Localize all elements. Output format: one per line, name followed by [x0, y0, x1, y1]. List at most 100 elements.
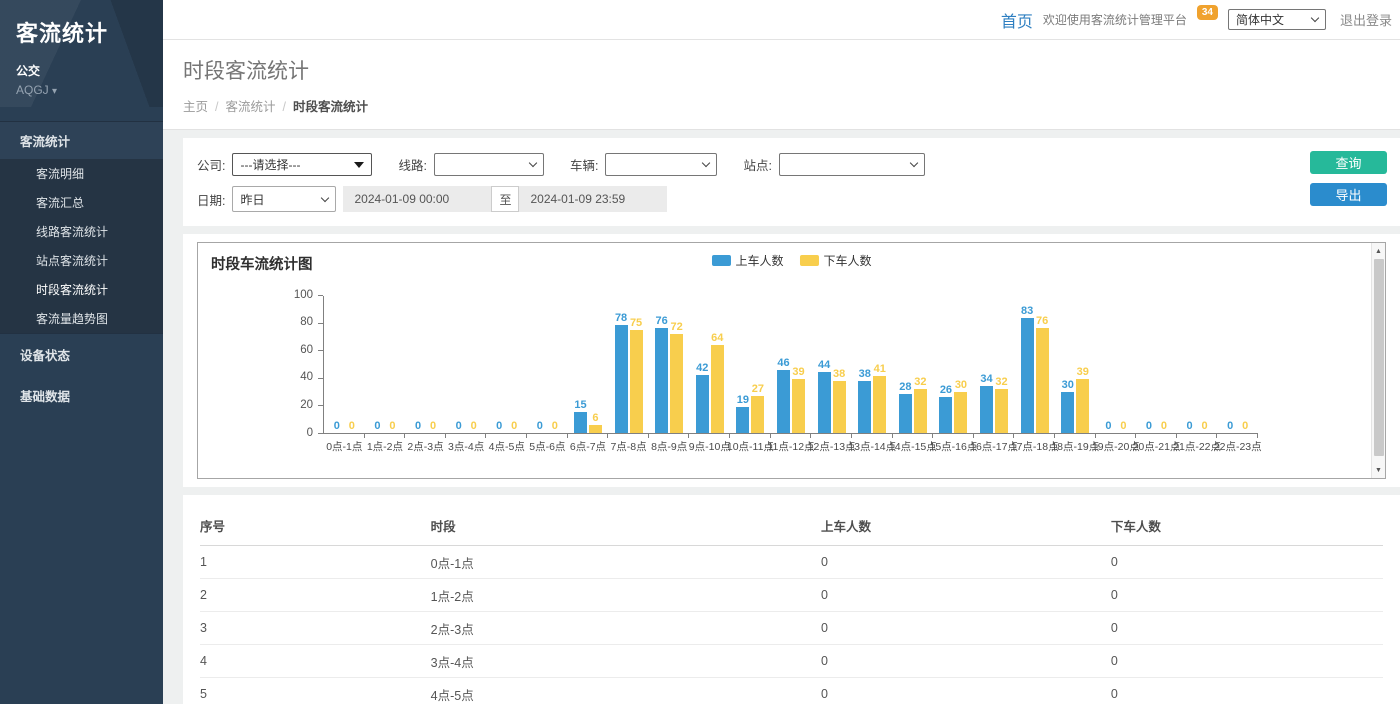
bar-column: 0 — [493, 421, 506, 433]
bar-value-label: 0 — [537, 421, 543, 432]
scroll-up-icon[interactable]: ▲ — [1372, 244, 1385, 258]
bar-group: 002点-3点 — [405, 296, 446, 433]
bar-value-label: 30 — [1062, 380, 1074, 391]
bar-value-label: 27 — [752, 384, 764, 395]
sidebar-item-站点客流统计[interactable]: 站点客流统计 — [0, 246, 163, 275]
table-header-cell: 序号 — [200, 508, 431, 546]
table-row: 10点-1点00 — [200, 546, 1383, 579]
table-cell: 0 — [1111, 678, 1383, 704]
filter-row-selects: 公司: ---请选择--- 线路: 车辆: 站点: — [197, 153, 1386, 176]
table-header-cell: 时段 — [431, 508, 821, 546]
legend-swatch-icon — [800, 255, 819, 266]
chevron-down-icon — [1311, 14, 1319, 22]
page-title: 时段客流统计 — [183, 55, 1400, 85]
bar-column: 83 — [1021, 306, 1034, 433]
bar-value-label: 83 — [1021, 306, 1033, 317]
table-header-row: 序号时段上车人数下车人数 — [200, 508, 1383, 546]
line-select[interactable] — [434, 153, 544, 176]
filter-row-date: 日期: 昨日 2024-01-09 00:00 至 2024-01-09 23:… — [197, 186, 1386, 212]
home-link[interactable]: 首页 — [1001, 8, 1033, 32]
table-header-cell: 下车人数 — [1111, 508, 1383, 546]
bar-column: 76 — [1036, 316, 1049, 433]
bar-value-label: 0 — [415, 421, 421, 432]
bar-value-label: 30 — [955, 380, 967, 391]
bar-group: 0020点-21点 — [1136, 296, 1177, 433]
sidebar-item-设备状态[interactable]: 设备状态 — [0, 334, 163, 375]
legend-item[interactable]: 上车人数 — [711, 252, 783, 269]
chart-card: 时段车流统计图 上车人数下车人数 020406080100 000点-1点001… — [183, 234, 1400, 487]
language-select-value: 简体中文 — [1236, 11, 1284, 28]
legend-item[interactable]: 下车人数 — [800, 252, 872, 269]
bar-group: 0019点-20点 — [1096, 296, 1137, 433]
x-tick-label: 2点-3点 — [407, 439, 443, 454]
bar-group: 0022点-23点 — [1217, 296, 1258, 433]
legend-swatch-icon — [711, 255, 730, 266]
language-select[interactable]: 简体中文 — [1228, 9, 1326, 30]
vehicle-select[interactable] — [605, 153, 717, 176]
bar-column: 0 — [508, 421, 521, 433]
chart-scrollbar[interactable]: ▲ ▼ — [1371, 243, 1385, 478]
bar-group: 263015点-16点 — [933, 296, 974, 433]
sidebar-item-客流明细[interactable]: 客流明细 — [0, 159, 163, 188]
bar-value-label: 0 — [1161, 421, 1167, 432]
station-select[interactable] — [779, 153, 925, 176]
caret-down-icon — [354, 162, 364, 168]
sidebar-item-时段客流统计[interactable]: 时段客流统计 — [0, 275, 163, 304]
bar-group: 0021点-22点 — [1177, 296, 1218, 433]
bar-column: 38 — [833, 369, 846, 433]
date-to-input[interactable]: 2024-01-09 23:59 — [519, 186, 667, 212]
bar-column: 78 — [615, 313, 628, 433]
bar-column: 0 — [1198, 421, 1211, 433]
sidebar-item-基础数据[interactable]: 基础数据 — [0, 375, 163, 416]
table-row: 43点-4点00 — [200, 645, 1383, 678]
company-select[interactable]: ---请选择--- — [232, 153, 372, 176]
bar-column: 30 — [1061, 380, 1074, 433]
bar — [670, 334, 683, 433]
bar-group: 837617点-18点 — [1014, 296, 1055, 433]
bar-value-label: 38 — [833, 369, 845, 380]
date-preset-select[interactable]: 昨日 — [232, 186, 336, 212]
table-cell: 2 — [200, 579, 431, 612]
legend-label: 上车人数 — [735, 252, 783, 269]
bar — [1021, 318, 1034, 433]
app-logo-title: 客流统计 — [16, 16, 147, 48]
scrollbar-thumb[interactable] — [1374, 259, 1384, 456]
bar-group: 303918点-19点 — [1055, 296, 1096, 433]
org-label: 公交 — [16, 62, 147, 79]
data-table-card: 序号时段上车人数下车人数 10点-1点0021点-2点0032点-3点0043点… — [183, 495, 1400, 704]
table-cell: 0 — [1111, 612, 1383, 645]
export-button[interactable]: 导出 — [1310, 183, 1387, 206]
x-tick-label: 9点-10点 — [689, 439, 731, 454]
sidebar-item-线路客流统计[interactable]: 线路客流统计 — [0, 217, 163, 246]
user-dropdown[interactable]: AQGJ ▾ — [16, 83, 147, 97]
sidebar-item-客流汇总[interactable]: 客流汇总 — [0, 188, 163, 217]
bar-column: 32 — [914, 377, 927, 433]
sidebar: 客流统计 公交 AQGJ ▾ 客流统计客流明细客流汇总线路客流统计站点客流统计时… — [0, 0, 163, 704]
table-cell: 4 — [200, 645, 431, 678]
bar-column: 0 — [412, 421, 425, 433]
welcome-text: 欢迎使用客流统计管理平台 — [1043, 11, 1187, 28]
bar-group: 384113点-14点 — [852, 296, 893, 433]
chevron-down-icon — [321, 193, 329, 201]
sidebar-item-客流统计[interactable]: 客流统计 — [0, 121, 163, 159]
chart-bars: 000点-1点001点-2点002点-3点003点-4点004点-5点005点-… — [323, 296, 1258, 434]
y-tick-label: 20 — [283, 400, 313, 412]
bar — [655, 328, 668, 433]
sidebar-item-客流量趋势图[interactable]: 客流量趋势图 — [0, 304, 163, 334]
scroll-down-icon[interactable]: ▼ — [1372, 463, 1385, 477]
y-tick-label: 100 — [283, 290, 313, 302]
breadcrumb-item[interactable]: 主页 — [183, 100, 208, 114]
bar-value-label: 19 — [737, 395, 749, 406]
notification-badge[interactable]: 34 — [1197, 5, 1218, 20]
bar-column: 0 — [533, 421, 546, 433]
bar-value-label: 75 — [630, 318, 642, 329]
bar-column: 75 — [630, 318, 643, 434]
bar — [711, 345, 724, 433]
date-from-input[interactable]: 2024-01-09 00:00 — [343, 186, 491, 212]
logout-link[interactable]: 退出登录 — [1340, 10, 1392, 29]
table-cell: 0 — [821, 612, 1111, 645]
bar-group: 42649点-10点 — [689, 296, 730, 433]
x-tick-label: 7点-8点 — [610, 439, 646, 454]
breadcrumb-item[interactable]: 客流统计 — [226, 100, 276, 114]
query-button[interactable]: 查询 — [1310, 151, 1387, 174]
